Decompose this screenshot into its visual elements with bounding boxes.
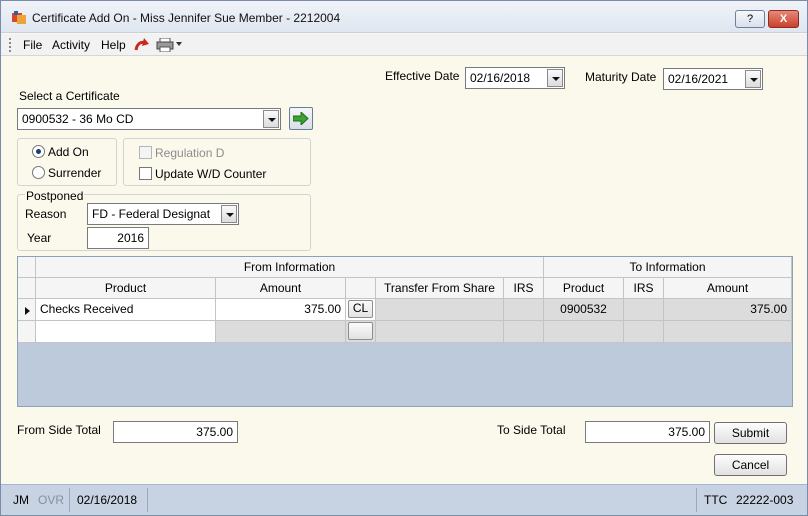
col-to-amount[interactable]: Amount [664,278,792,299]
status-bar: JM OVR 02/16/2018 TTC 22222-003 [1,484,807,515]
transaction-grid[interactable]: From Information To Information Product … [17,256,793,407]
table-row-to-irs [624,299,664,321]
col-transfer-from-share[interactable]: Transfer From Share [376,278,504,299]
app-icon [12,11,26,24]
certificate-select[interactable]: 0900532 - 36 Mo CD [17,108,281,130]
printer-icon[interactable] [156,38,174,52]
status-separator [69,488,70,512]
title-bar: Certificate Add On - Miss Jennifer Sue M… [1,1,807,33]
status-ttc-value: 22222-003 [736,493,794,507]
col-button [346,278,376,299]
new-row-to-irs [624,321,664,343]
dropdown-arrow-icon[interactable] [745,70,761,88]
grid-row-header [18,278,36,299]
select-certificate-label: Select a Certificate [19,89,120,103]
certificate-value: 0900532 - 36 Mo CD [22,112,134,126]
from-side-total-label: From Side Total [17,423,101,437]
menu-file[interactable]: File [23,38,42,52]
add-on-radio[interactable] [32,145,45,158]
col-product[interactable]: Product [36,278,216,299]
new-row-to-product [544,321,624,343]
table-row-product[interactable]: Checks Received [36,299,216,321]
table-row-amount[interactable]: 375.00 [216,299,346,321]
maturity-date-label: Maturity Date [585,70,657,84]
certificate-add-on-window: Certificate Add On - Miss Jennifer Sue M… [0,0,808,516]
window-title: Certificate Add On - Miss Jennifer Sue M… [32,11,341,25]
table-row-to-product: 0900532 [544,299,624,321]
dropdown-arrow-icon[interactable] [547,69,563,87]
table-row-transfer-from-share [376,299,504,321]
col-irs[interactable]: IRS [504,278,544,299]
help-button[interactable]: ? [735,10,765,28]
new-row-transfer-from-share [376,321,504,343]
regulation-d-label: Regulation D [155,146,225,160]
regulation-d-checkbox [139,146,152,159]
menu-activity[interactable]: Activity [52,38,90,52]
reason-value: FD - Federal Designat [92,207,211,221]
new-row-selector[interactable] [18,321,36,343]
reason-select[interactable]: FD - Federal Designat [87,203,239,225]
status-date: 02/16/2018 [77,493,138,507]
printer-dropdown-icon[interactable] [176,42,182,46]
update-wd-counter-checkbox[interactable] [139,167,152,180]
effective-date-picker[interactable]: 02/16/2018 [465,67,565,89]
postponed-title: Postponed [25,189,85,203]
update-wd-counter-label: Update W/D Counter [155,167,267,181]
status-separator [147,488,148,512]
effective-date-value: 02/16/2018 [470,71,531,85]
reason-label: Reason [25,207,67,221]
redo-icon[interactable] [134,37,150,53]
submit-button[interactable]: Submit [714,422,787,444]
cl-button[interactable]: CL [348,300,373,318]
go-arrow-icon [293,112,309,125]
to-side-total-value: 375.00 [585,421,710,443]
go-button[interactable] [289,107,313,130]
dropdown-arrow-icon[interactable] [263,110,279,128]
add-on-label: Add On [48,145,89,159]
grid-corner [18,257,36,278]
surrender-label: Surrender [48,166,102,180]
col-to-irs[interactable]: IRS [624,278,664,299]
status-separator [696,488,697,512]
col-to-product[interactable]: Product [544,278,624,299]
year-label: Year [27,231,52,245]
new-row-amount [216,321,346,343]
grid-group-from: From Information [36,257,544,278]
grid-group-to: To Information [544,257,792,278]
table-row-irs [504,299,544,321]
new-row-button [348,322,373,340]
status-ovr: OVR [38,493,65,507]
maturity-date-picker[interactable]: 02/16/2021 [663,68,763,90]
cancel-button[interactable]: Cancel [714,454,787,476]
new-row-product[interactable] [36,321,216,343]
close-button[interactable]: X [768,10,799,28]
status-ttc-label: TTC [704,493,728,507]
menu-bar: File Activity Help [1,34,807,56]
year-input[interactable]: 2016 [87,227,149,249]
to-side-total-label: To Side Total [497,423,566,437]
row-pointer-icon [25,307,30,315]
surrender-radio[interactable] [32,166,45,179]
table-row-button-cell: CL [346,299,376,321]
menu-help[interactable]: Help [101,38,126,52]
new-row-button-cell [346,321,376,343]
new-row-to-amount [664,321,792,343]
table-row-to-amount: 375.00 [664,299,792,321]
dropdown-arrow-icon[interactable] [221,205,237,223]
maturity-date-value: 02/16/2021 [668,72,729,86]
status-user: JM [13,493,29,507]
toolbar-grip [9,38,12,52]
from-side-total-value: 375.00 [113,421,238,443]
effective-date-label: Effective Date [385,69,460,83]
col-amount[interactable]: Amount [216,278,346,299]
new-row-irs [504,321,544,343]
